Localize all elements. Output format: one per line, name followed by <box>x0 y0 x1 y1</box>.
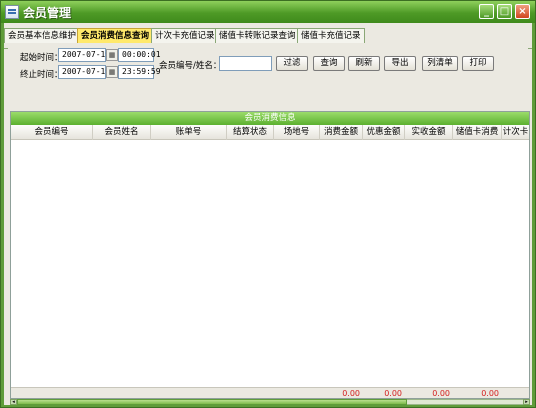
column-bill-number[interactable]: 账单号 <box>151 125 227 140</box>
tab-member-basic-info[interactable]: 会员基本信息维护 <box>4 28 81 43</box>
filter-button[interactable]: 过滤 <box>276 56 308 71</box>
column-discount-amount[interactable]: 优惠金额 <box>363 125 405 140</box>
total-discount-amount: 0.00 <box>384 389 402 398</box>
grid-caption: 会员消费信息 <box>11 112 529 125</box>
member-id-name-input[interactable] <box>219 56 272 71</box>
column-stored-card-consume[interactable]: 储值卡消费 <box>453 125 502 140</box>
start-calendar-icon[interactable]: ▦ <box>106 49 118 61</box>
column-received-amount[interactable]: 实收金额 <box>405 125 453 140</box>
start-time-label: 起始时间： <box>20 53 63 63</box>
window-title: 会员管理 <box>23 6 72 20</box>
column-member-id[interactable]: 会员编号 <box>11 125 93 140</box>
scroll-thumb[interactable] <box>17 399 407 405</box>
start-time-field[interactable]: 00:00:01 <box>118 48 161 62</box>
refresh-button[interactable]: 刷新 <box>348 56 380 71</box>
grid-header: 会员编号 会员姓名 账单号 结算状态 场地号 消费金额 优惠金额 实收金额 储值… <box>11 125 529 140</box>
end-time-label: 终止时间： <box>20 70 63 80</box>
column-settlement-status[interactable]: 结算状态 <box>227 125 274 140</box>
grid-totals-row: 0.00 0.00 0.00 0.00 <box>11 387 529 398</box>
start-date-field[interactable]: 2007-07-19 <box>58 48 110 62</box>
minimize-button[interactable]: _ <box>479 4 494 19</box>
tab-count-card-recharge[interactable]: 计次卡充值记录 <box>151 28 219 43</box>
column-count-card[interactable]: 计次卡 <box>502 125 529 140</box>
column-member-name[interactable]: 会员姓名 <box>93 125 151 140</box>
title-bar[interactable]: 会员管理 _ □ × <box>1 1 535 23</box>
scroll-right-arrow-icon[interactable]: ▸ <box>523 399 530 405</box>
total-consume-amount: 0.00 <box>342 389 360 398</box>
print-button[interactable]: 打印 <box>462 56 494 71</box>
app-icon <box>5 5 19 19</box>
client-area: 会员基本信息维护 会员消费信息查询 计次卡充值记录 储值卡转账记录查询 储值卡充… <box>4 23 532 405</box>
maximize-button[interactable]: □ <box>497 4 512 19</box>
end-calendar-icon[interactable]: ▦ <box>106 66 118 78</box>
tab-stored-card-recharge[interactable]: 储值卡充值记录 <box>297 28 365 43</box>
consumption-grid: 会员消费信息 会员编号 会员姓名 账单号 结算状态 场地号 消费金额 优惠金额 … <box>10 111 530 399</box>
member-id-name-label: 会员编号/姓名： <box>159 61 222 71</box>
total-received-amount: 0.00 <box>432 389 450 398</box>
member-management-window: 会员管理 _ □ × 会员基本信息维护 会员消费信息查询 计次卡充值记录 储值卡… <box>0 0 536 408</box>
scroll-left-arrow-icon[interactable]: ◂ <box>10 399 17 405</box>
close-button[interactable]: × <box>515 4 530 19</box>
end-time-field[interactable]: 23:59:59 <box>118 65 161 79</box>
column-list-button[interactable]: 列清单 <box>422 56 458 71</box>
total-stored-card-consume: 0.00 <box>481 389 499 398</box>
horizontal-scrollbar[interactable]: ◂ ▸ <box>10 399 530 405</box>
column-venue-number[interactable]: 场地号 <box>274 125 320 140</box>
end-date-field[interactable]: 2007-07-19 <box>58 65 110 79</box>
query-button[interactable]: 查询 <box>313 56 345 71</box>
tab-strip: 会员基本信息维护 会员消费信息查询 计次卡充值记录 储值卡转账记录查询 储值卡充… <box>4 28 532 49</box>
column-consume-amount[interactable]: 消费金额 <box>320 125 363 140</box>
tab-member-consumption-query[interactable]: 会员消费信息查询 <box>77 28 154 43</box>
grid-body[interactable] <box>11 141 529 384</box>
export-button[interactable]: 导出 <box>384 56 416 71</box>
tab-stored-card-transfer[interactable]: 储值卡转账记录查询 <box>215 28 300 43</box>
